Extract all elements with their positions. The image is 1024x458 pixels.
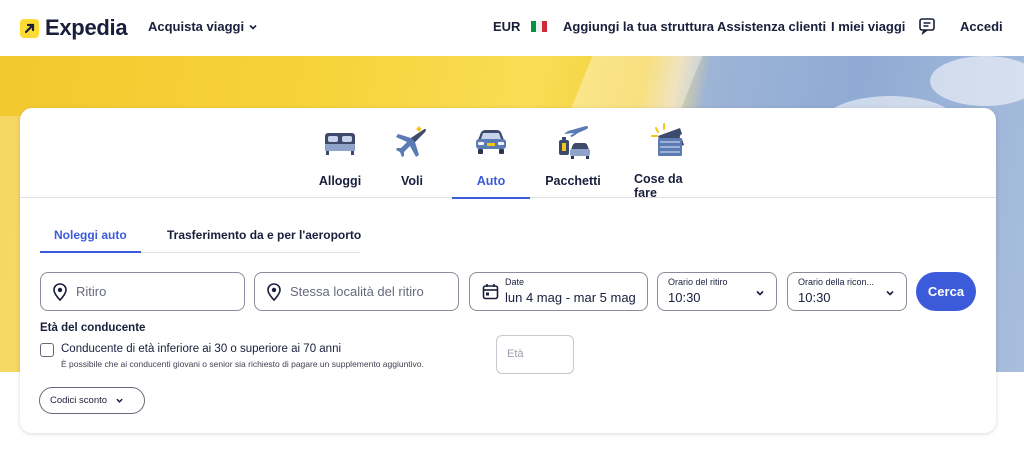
tab-cose-da-fare-label: Cose da fare	[634, 172, 683, 200]
my-trips-link[interactable]: I miei viaggi	[831, 19, 905, 34]
tab-pacchetti-label: Pacchetti	[545, 174, 601, 188]
search-card: Alloggi Voli Auto Pacchetti Cose da fare…	[20, 108, 996, 433]
subtab-car-rental[interactable]: Noleggi auto	[40, 228, 141, 253]
dates-label: Date	[505, 277, 525, 287]
car-subtabs: Noleggi auto Trasferimento da e per l'ae…	[40, 218, 361, 253]
pickup-time-select[interactable]: Orario del ritiro 10:30	[657, 272, 777, 311]
currency-selector[interactable]: EUR	[493, 19, 548, 34]
age-placeholder: Età	[507, 348, 524, 360]
shop-travel-label: Acquista viaggi	[148, 19, 245, 34]
plane-icon	[392, 122, 432, 162]
driver-age-note: È possibile che ai conducenti giovani o …	[61, 359, 424, 369]
tab-voli[interactable]: Voli	[392, 122, 432, 198]
driver-age-input[interactable]: Età	[496, 335, 574, 374]
tab-alloggi-label: Alloggi	[318, 174, 362, 188]
tab-voli-label: Voli	[401, 174, 423, 188]
chevron-down-icon	[756, 290, 764, 296]
car-icon	[471, 122, 511, 162]
tab-auto-label: Auto	[476, 174, 506, 188]
expedia-logo[interactable]: Expedia	[20, 15, 128, 41]
shop-travel-menu[interactable]: Acquista viaggi	[148, 19, 258, 34]
tab-cose-da-fare[interactable]: Cose da fare	[634, 122, 702, 200]
subtab-airport-transfer[interactable]: Trasferimento da e per l'aeroporto	[167, 228, 361, 242]
driver-age-checkbox-label[interactable]: Conducente di età inferiore ai 30 o supe…	[61, 343, 341, 355]
dropoff-placeholder: Stessa località del ritiro	[290, 284, 424, 299]
support-link[interactable]: Assistenza clienti	[717, 19, 826, 34]
chevron-down-icon	[886, 290, 894, 296]
dropoff-time-label: Orario della ricon...	[798, 277, 875, 287]
tab-auto[interactable]: Auto	[452, 122, 530, 199]
calendar-icon	[482, 284, 499, 300]
driver-age-title: Età del conducente	[40, 322, 146, 334]
italy-flag-icon	[531, 21, 548, 32]
dropoff-location-input[interactable]: Stessa località del ritiro	[254, 272, 459, 311]
ticket-icon	[648, 122, 688, 160]
signin-link[interactable]: Accedi	[960, 19, 1003, 34]
search-button[interactable]: Cerca	[916, 272, 976, 311]
package-icon	[553, 122, 593, 162]
dropoff-time-select[interactable]: Orario della ricon... 10:30	[787, 272, 907, 311]
tab-alloggi[interactable]: Alloggi	[314, 122, 366, 198]
location-pin-icon	[267, 283, 281, 301]
location-pin-icon	[53, 283, 67, 301]
tab-pacchetti[interactable]: Pacchetti	[545, 122, 601, 198]
currency-label: EUR	[493, 19, 521, 34]
logo-text: Expedia	[45, 15, 128, 40]
discount-codes-label: Codici sconto	[50, 395, 108, 406]
pickup-time-label: Orario del ritiro	[668, 277, 728, 287]
chat-icon[interactable]	[918, 17, 936, 38]
dropoff-time-value: 10:30	[798, 290, 831, 305]
chevron-down-icon	[249, 24, 257, 30]
pickup-placeholder: Ritiro	[76, 284, 107, 299]
bed-icon	[320, 122, 360, 162]
expedia-logo-icon	[20, 18, 39, 38]
add-property-link[interactable]: Aggiungi la tua struttura	[563, 19, 714, 34]
vertical-tabs: Alloggi Voli Auto Pacchetti Cose da fare	[20, 108, 996, 200]
dates-picker[interactable]: Date lun 4 mag - mar 5 mag	[469, 272, 648, 311]
top-header: Expedia Acquista viaggi EUR Aggiungi la …	[0, 0, 1024, 56]
dates-value: lun 4 mag - mar 5 mag	[505, 290, 636, 305]
chevron-down-icon	[116, 398, 123, 403]
discount-codes-button[interactable]: Codici sconto	[39, 387, 145, 414]
driver-age-checkbox[interactable]	[40, 343, 54, 357]
pickup-time-value: 10:30	[668, 290, 701, 305]
pickup-location-input[interactable]: Ritiro	[40, 272, 245, 311]
